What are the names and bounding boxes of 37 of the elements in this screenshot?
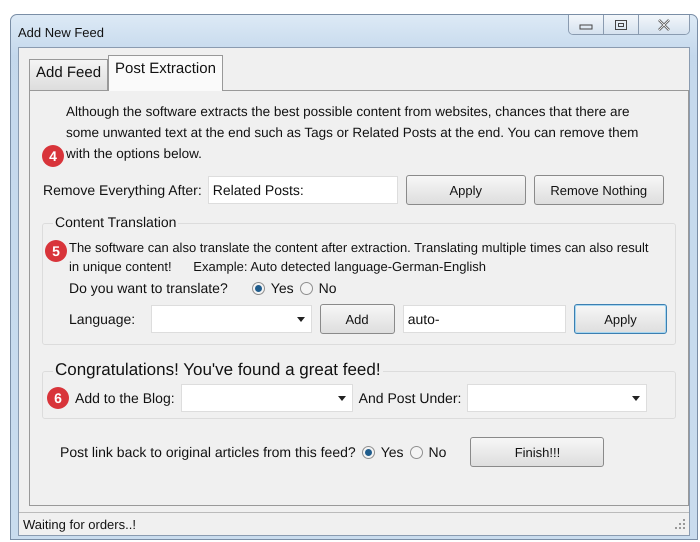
group-title: Content Translation [53,214,178,230]
radio-button[interactable]: Yes [252,280,294,296]
step-badge: 6 [47,387,69,409]
caret-icon [296,316,304,322]
add-button[interactable]: Add [320,304,395,334]
maximize-icon [614,18,628,30]
finish-button[interactable]: Finish!!! [470,437,604,467]
close-button[interactable] [638,15,689,34]
resize-grip-icon [675,519,685,529]
step-badge: 4 [42,145,64,167]
radio-button[interactable]: Yes [362,444,404,460]
window-title: Add New Feed [18,25,104,40]
description-text: The software can also translate the content after extraction. Translating multiple times can also result in unique content! Example: Auto detected language-German-English [69,239,650,276]
status-text: Waiting for orders..! [23,516,136,532]
remove-nothing-button[interactable]: Remove Nothing [534,175,664,205]
description-text: Although the software extracts the best possible content from websites, chances that there are some unwanted text at the end such as Tags or Related Posts at the end. You can remove them with the options below. [66,103,640,163]
tab[interactable]: Post Extraction [108,55,223,91]
close-icon [656,18,672,30]
field-label: And Post Under: [358,390,462,406]
input-field[interactable]: Related Posts: [208,176,398,204]
question-label: Do you want to translate? [69,280,228,296]
field-label: Remove Everything After: [43,182,202,198]
maximize-button[interactable] [603,15,638,34]
question-label: Post link back to original articles from this feed? [60,444,356,460]
caret-icon [632,396,640,400]
minimize-button[interactable] [569,15,603,34]
field-label: Language: [69,311,136,327]
step-badge: 5 [45,240,67,262]
apply-button[interactable]: Apply [406,175,526,205]
apply-button[interactable]: Apply [574,304,667,334]
input-field[interactable]: auto- [402,305,566,333]
caret-icon [338,396,346,400]
tab[interactable]: Add Feed [29,59,108,90]
group-title: Congratulations! You've found a great feed! [53,360,383,380]
field-label: Add to the Blog: [75,390,175,406]
radio-button[interactable]: No [300,280,337,296]
radio-button[interactable]: No [410,444,446,460]
